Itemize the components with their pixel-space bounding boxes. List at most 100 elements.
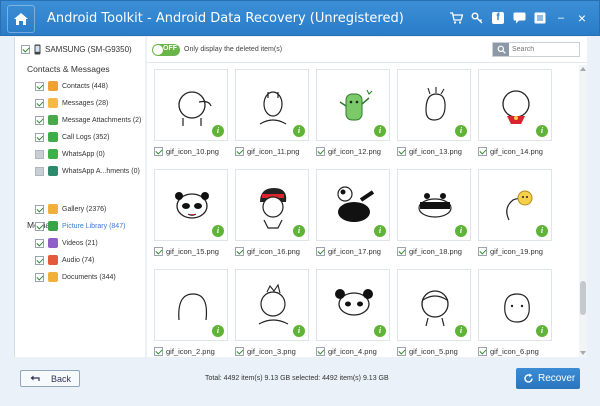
file-checkbox[interactable] <box>235 246 244 256</box>
sidebar-item-picture-library[interactable]: Picture Library (847) <box>35 220 125 232</box>
file-item[interactable]: gif_icon_19.png <box>478 246 543 256</box>
menu-icon[interactable] <box>533 11 547 25</box>
file-item[interactable]: gif_icon_11.png <box>235 146 299 156</box>
file-item[interactable]: gif_icon_13.png <box>397 146 462 156</box>
thumbnail-tile[interactable]: i <box>316 169 390 241</box>
file-item[interactable]: gif_icon_14.png <box>478 146 543 156</box>
thumbnail-tile[interactable]: i <box>154 169 228 241</box>
sidebar-item-phone[interactable]: Call Logs (352) <box>35 131 109 143</box>
sidebar-checkbox[interactable] <box>35 255 44 265</box>
sidebar-checkbox[interactable] <box>35 272 44 282</box>
file-item[interactable]: gif_icon_10.png <box>154 146 219 156</box>
thumbnail-tile[interactable]: i <box>235 69 309 141</box>
file-item[interactable]: gif_icon_3.png <box>235 346 296 356</box>
info-icon[interactable]: i <box>293 125 305 137</box>
file-checkbox[interactable] <box>397 346 406 356</box>
thumbnail-tile[interactable]: i <box>316 69 390 141</box>
thumbnail-tile[interactable]: i <box>397 269 471 341</box>
scroll-down-arrow[interactable] <box>580 351 586 355</box>
thumbnail-tile[interactable]: i <box>397 169 471 241</box>
info-icon[interactable]: i <box>536 325 548 337</box>
search-input[interactable] <box>512 44 576 55</box>
file-item[interactable]: gif_icon_16.png <box>235 246 300 256</box>
sidebar-checkbox[interactable] <box>35 221 44 231</box>
sidebar-item-messages[interactable]: Messages (28) <box>35 97 108 109</box>
search-button[interactable] <box>493 43 509 56</box>
minimize-icon[interactable]: – <box>554 11 568 25</box>
sidebar-item-whatsapp-attachment[interactable]: WhatsApp A...hments (0) <box>35 165 140 177</box>
file-item[interactable]: gif_icon_18.png <box>397 246 462 256</box>
file-checkbox[interactable] <box>235 346 244 356</box>
scroll-up-arrow[interactable] <box>580 67 586 71</box>
key-icon[interactable] <box>470 11 484 25</box>
thumbnail-tile[interactable]: i <box>154 269 228 341</box>
file-item[interactable]: gif_icon_17.png <box>316 246 381 256</box>
file-item[interactable]: gif_icon_2.png <box>154 346 215 356</box>
sidebar-checkbox[interactable] <box>35 98 44 108</box>
file-checkbox[interactable] <box>235 146 244 156</box>
back-button[interactable]: Back <box>20 370 80 387</box>
thumbnail-tile[interactable]: i <box>235 169 309 241</box>
deleted-only-toggle[interactable]: OFF <box>152 44 180 56</box>
thumbnail-tile[interactable]: i <box>478 269 552 341</box>
sidebar-item-documents[interactable]: Documents (344) <box>35 271 116 283</box>
file-checkbox[interactable] <box>397 246 406 256</box>
file-checkbox[interactable] <box>154 146 163 156</box>
sidebar-item-gallery[interactable]: Gallery (2376) <box>35 203 106 215</box>
info-icon[interactable]: i <box>374 325 386 337</box>
sidebar-item-video[interactable]: Videos (21) <box>35 237 98 249</box>
info-icon[interactable]: i <box>212 325 224 337</box>
home-button[interactable] <box>7 5 35 33</box>
thumbnail-tile[interactable]: i <box>154 69 228 141</box>
info-icon[interactable]: i <box>536 125 548 137</box>
file-checkbox[interactable] <box>316 246 325 256</box>
file-item[interactable]: gif_icon_6.png <box>478 346 539 356</box>
sidebar-item-contacts[interactable]: Contacts (448) <box>35 80 108 92</box>
info-icon[interactable]: i <box>293 225 305 237</box>
sidebar-checkbox[interactable] <box>35 132 44 142</box>
info-icon[interactable]: i <box>374 125 386 137</box>
info-icon[interactable]: i <box>212 225 224 237</box>
thumbnail-tile[interactable]: i <box>397 69 471 141</box>
scrollbar[interactable] <box>579 65 587 357</box>
info-icon[interactable]: i <box>455 325 467 337</box>
thumbnail-tile[interactable]: i <box>316 269 390 341</box>
file-checkbox[interactable] <box>316 346 325 356</box>
close-icon[interactable]: × <box>575 11 589 25</box>
file-checkbox[interactable] <box>154 346 163 356</box>
info-icon[interactable]: i <box>455 125 467 137</box>
facebook-icon[interactable]: f <box>491 11 505 25</box>
info-icon[interactable]: i <box>455 225 467 237</box>
sidebar-item-audio[interactable]: Audio (74) <box>35 254 94 266</box>
sidebar-checkbox[interactable] <box>35 238 44 248</box>
file-item[interactable]: gif_icon_4.png <box>316 346 377 356</box>
cart-icon[interactable] <box>449 11 463 25</box>
thumbnail-tile[interactable]: i <box>478 69 552 141</box>
info-icon[interactable]: i <box>293 325 305 337</box>
file-checkbox[interactable] <box>316 146 325 156</box>
sidebar-checkbox[interactable] <box>35 115 44 125</box>
chat-icon[interactable] <box>512 11 526 25</box>
file-checkbox[interactable] <box>478 246 487 256</box>
recover-button[interactable]: Recover <box>516 368 580 389</box>
file-item[interactable]: gif_icon_5.png <box>397 346 458 356</box>
thumbnail-tile[interactable]: i <box>235 269 309 341</box>
info-icon[interactable]: i <box>212 125 224 137</box>
info-icon[interactable]: i <box>536 225 548 237</box>
file-checkbox[interactable] <box>397 146 406 156</box>
sidebar-checkbox[interactable] <box>35 204 44 214</box>
info-icon[interactable]: i <box>374 225 386 237</box>
sidebar-checkbox[interactable] <box>35 81 44 91</box>
scroll-thumb[interactable] <box>580 281 586 315</box>
file-item[interactable]: gif_icon_12.png <box>316 146 381 156</box>
sidebar-checkbox[interactable] <box>35 149 44 159</box>
file-checkbox[interactable] <box>478 346 487 356</box>
file-checkbox[interactable] <box>154 246 163 256</box>
file-checkbox[interactable] <box>478 146 487 156</box>
device-checkbox[interactable] <box>21 44 30 54</box>
device-row[interactable]: SAMSUNG (SM-G9350) <box>21 42 132 56</box>
thumbnail-tile[interactable]: i <box>478 169 552 241</box>
sidebar-item-attachment[interactable]: Message Attachments (2) <box>35 114 141 126</box>
sidebar-item-whatsapp[interactable]: WhatsApp (0) <box>35 148 105 160</box>
file-item[interactable]: gif_icon_15.png <box>154 246 219 256</box>
